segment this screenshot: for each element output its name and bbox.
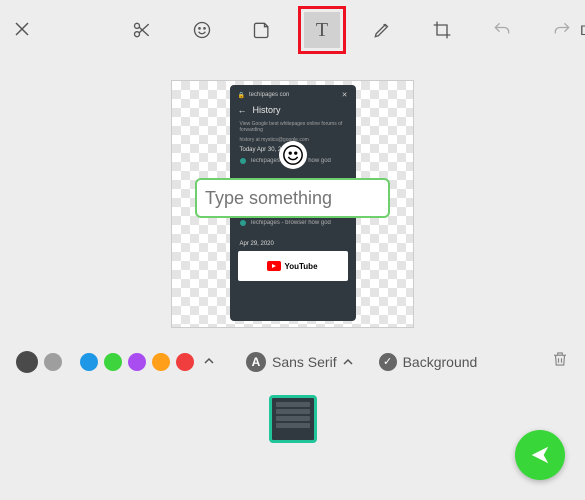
text-icon: T [316, 19, 328, 42]
redo-button[interactable] [544, 12, 580, 48]
color-swatch-blue[interactable] [80, 353, 98, 371]
crop-tool[interactable] [424, 12, 460, 48]
background-label: Background [403, 354, 478, 370]
image-blurb1: View Google best whitepages online forum… [234, 119, 352, 135]
undo-button[interactable] [484, 12, 520, 48]
font-label: Sans Serif [272, 354, 337, 370]
youtube-label: YouTube [284, 262, 317, 271]
youtube-icon [267, 261, 281, 271]
smiley-icon [192, 20, 212, 40]
sticker-tool[interactable] [184, 12, 220, 48]
send-icon [529, 444, 551, 466]
background-toggle[interactable]: ✓ Background [379, 353, 478, 371]
image-site-label: techipages con [249, 92, 289, 98]
color-swatch-purple[interactable] [128, 353, 146, 371]
redo-icon [552, 20, 572, 40]
color-swatch-dark[interactable] [16, 351, 38, 373]
toolbar: T Done [0, 0, 585, 60]
chevron-up-icon [343, 357, 353, 367]
draw-tool[interactable] [364, 12, 400, 48]
chevron-up-icon [204, 356, 214, 366]
image-close-icon: ✕ [342, 91, 348, 99]
emoji-tool[interactable] [244, 12, 280, 48]
color-more-button[interactable] [200, 355, 218, 369]
check-icon: ✓ [379, 353, 397, 371]
font-icon: A [246, 352, 266, 372]
undo-icon [492, 20, 512, 40]
text-input-box[interactable] [195, 178, 390, 218]
text-style-bar: A Sans Serif ✓ Background [0, 338, 585, 385]
delete-button[interactable] [551, 350, 569, 373]
trash-icon [551, 350, 569, 368]
lock-icon: 🔒 [238, 92, 245, 99]
color-swatch-gray[interactable] [44, 353, 62, 371]
pencil-icon [372, 20, 392, 40]
font-selector[interactable]: A Sans Serif [246, 352, 353, 372]
image-thumbnail[interactable] [269, 395, 317, 443]
rounded-sticker-icon [252, 20, 272, 40]
color-swatch-orange[interactable] [152, 353, 170, 371]
color-palette [16, 351, 218, 373]
crop-icon [432, 20, 452, 40]
color-swatch-green[interactable] [104, 353, 122, 371]
send-button[interactable] [515, 430, 565, 480]
image-item2: Techipages - browser how god [250, 220, 331, 226]
smiley-sticker[interactable] [279, 141, 307, 169]
color-swatch-red[interactable] [176, 353, 194, 371]
close-icon [15, 22, 29, 36]
editor-canvas[interactable]: 🔒 techipages con ✕ ←History View Google … [171, 80, 414, 328]
close-button[interactable] [15, 22, 29, 39]
cut-tool[interactable] [124, 12, 160, 48]
image-page-header: History [253, 105, 281, 115]
done-button[interactable]: Done [580, 22, 585, 38]
image-date3: Apr 29, 2020 [234, 239, 352, 249]
smiley-sticker-icon [282, 144, 304, 166]
scissors-icon [132, 20, 152, 40]
thumbnail-strip [0, 385, 585, 453]
canvas-area: 🔒 techipages con ✕ ←History View Google … [0, 60, 585, 338]
text-tool[interactable]: T [304, 12, 340, 48]
text-input[interactable] [205, 188, 380, 209]
